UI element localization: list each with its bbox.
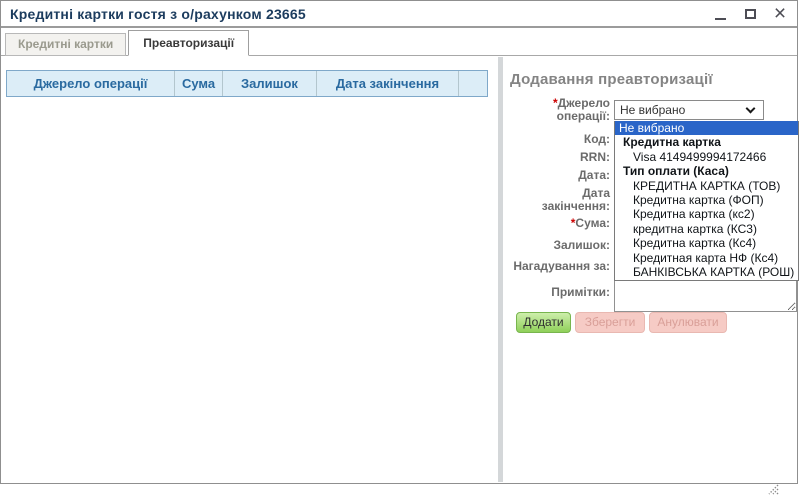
title-bar: Кредитні картки гостя з о/рахунком 23665…	[1, 1, 797, 28]
save-button: Зберегти	[575, 312, 645, 333]
tab-bar: Кредитні картки Преавторизації	[1, 28, 797, 56]
add-preauthorization-panel: Додавання преавторизації *Джерело операц…	[503, 57, 796, 482]
rrn-field-label: RRN:	[503, 151, 610, 164]
tab-preauthorizations[interactable]: Преавторизації	[128, 30, 249, 56]
source-select[interactable]: Не вибрано	[614, 100, 764, 120]
column-header-end-date: Дата закінчення	[317, 71, 459, 96]
form-buttons: Додати Зберегти Анулювати	[503, 312, 796, 334]
window-title: Кредитні картки гостя з о/рахунком 23665	[1, 6, 306, 22]
dropdown-option-nf-ks4[interactable]: Кредитная карта НФ (Кс4)	[615, 251, 798, 265]
notes-textarea[interactable]	[614, 280, 797, 312]
minimize-icon[interactable]	[713, 6, 727, 22]
window-resize-grip[interactable]	[766, 484, 780, 495]
code-field-label: Код:	[503, 133, 610, 146]
window: Кредитні картки гостя з о/рахунком 23665…	[0, 0, 798, 484]
table-header-row: Джерело операції Сума Залишок Дата закін…	[6, 70, 488, 97]
dropdown-option-tov[interactable]: КРЕДИТНА КАРТКА (ТОВ)	[615, 179, 798, 193]
amount-field-label: *Сума:	[503, 217, 610, 230]
column-header-spacer	[459, 71, 487, 96]
dropdown-option-visa[interactable]: Visa 4149499994172466	[615, 150, 798, 164]
preauthorizations-table-panel: Джерело операції Сума Залишок Дата закін…	[2, 57, 498, 482]
close-icon[interactable]: ×	[773, 6, 787, 22]
date-field-label: Дата:	[503, 169, 610, 182]
reminder-field-label: Нагадування за:	[503, 260, 610, 273]
source-select-value: Не вибрано	[620, 103, 685, 117]
column-header-balance: Залишок	[223, 71, 317, 96]
source-dropdown-list: Не вибрано Кредитна картка Visa 41494999…	[614, 121, 799, 281]
dropdown-option-rosh[interactable]: БАНКІВСЬКА КАРТКА (РОШ)	[615, 265, 798, 279]
end-date-field-label: Дата закінчення:	[503, 187, 610, 213]
notes-field-label: Примітки:	[503, 286, 610, 299]
tab-credit-cards[interactable]: Кредитні картки	[5, 33, 126, 56]
dropdown-option-ks3[interactable]: кредитна картка (КС3)	[615, 222, 798, 236]
cancel-button: Анулювати	[649, 312, 727, 333]
column-header-source: Джерело операції	[7, 71, 175, 96]
add-button[interactable]: Додати	[516, 312, 571, 333]
column-header-amount: Сума	[175, 71, 223, 96]
source-field-label: *Джерело операції:	[503, 97, 610, 123]
dropdown-group-payment-type: Тип оплати (Каса)	[615, 164, 798, 178]
dropdown-option-ks4[interactable]: Кредитна картка (Кс4)	[615, 236, 798, 250]
dropdown-group-credit-card: Кредитна картка	[615, 135, 798, 149]
window-controls: ×	[713, 1, 787, 26]
content-area: Джерело операції Сума Залишок Дата закін…	[2, 57, 796, 482]
dropdown-option-not-selected[interactable]: Не вибрано	[615, 121, 798, 135]
chevron-down-icon	[746, 104, 756, 114]
balance-field-label: Залишок:	[503, 239, 610, 252]
dropdown-option-ks2[interactable]: Кредитна картка (кс2)	[615, 207, 798, 221]
maximize-icon[interactable]	[743, 6, 757, 22]
panel-title: Додавання преавторизації	[510, 71, 713, 88]
dropdown-option-fop[interactable]: Кредитна картка (ФОП)	[615, 193, 798, 207]
